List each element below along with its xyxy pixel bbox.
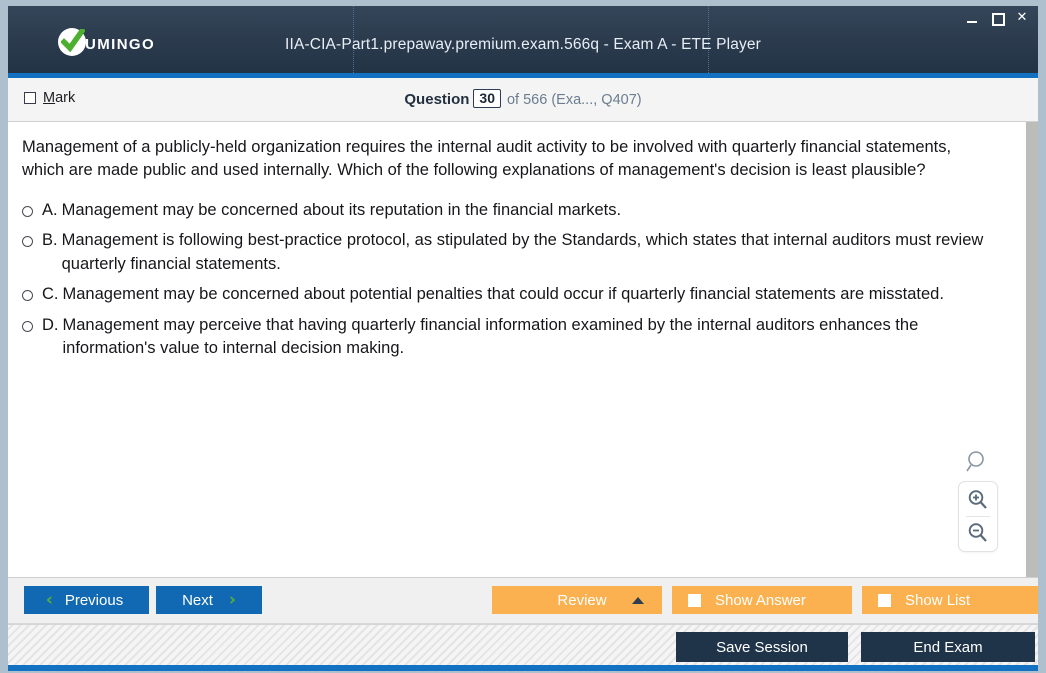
zoom-panel	[958, 481, 998, 552]
review-button-label: Review	[557, 591, 607, 609]
next-button[interactable]: Next ›	[156, 586, 262, 614]
question-number-input[interactable]: 30	[473, 89, 501, 108]
checkbox-icon	[688, 593, 701, 607]
next-button-label: Next	[182, 591, 213, 609]
question-text: Management of a publicly-held organizati…	[22, 138, 952, 180]
zoom-out-button[interactable]	[963, 520, 993, 546]
previous-button-label: Previous	[64, 591, 124, 609]
minimize-button[interactable]	[964, 10, 980, 26]
option-letter: D.	[42, 315, 59, 334]
window-inner: UMINGO IIA-CIA-Part1.prepaway.premium.ex…	[8, 6, 1038, 666]
question-word: Question	[404, 91, 470, 108]
review-button[interactable]: Review	[492, 586, 662, 614]
answer-options-list: A. Management may be concerned about its…	[22, 199, 1012, 361]
window-title: IIA-CIA-Part1.prepaway.premium.exam.566q…	[285, 36, 761, 53]
checkbox-icon	[878, 593, 891, 607]
radio-icon[interactable]	[22, 236, 33, 248]
title-bar: UMINGO IIA-CIA-Part1.prepaway.premium.ex…	[8, 6, 1038, 78]
chevron-up-icon	[632, 597, 644, 604]
question-header: Mark Question 30 of 566 (Exa..., Q407)	[8, 78, 1038, 122]
maximize-button[interactable]	[989, 10, 1005, 26]
show-list-label: Show List	[905, 591, 971, 609]
content-scrollbar[interactable]	[1026, 122, 1038, 577]
radio-icon[interactable]	[22, 205, 33, 217]
option-text: Management may perceive that having quar…	[62, 315, 919, 357]
status-bar: Save Session End Exam	[8, 624, 1038, 666]
option-text: Management is following best-practice pr…	[61, 231, 984, 273]
option-row[interactable]: C. Management may be concerned about pot…	[22, 283, 1012, 306]
show-answer-button[interactable]: Show Answer	[672, 586, 852, 614]
bottom-accent-bar	[8, 665, 1038, 671]
option-text: Management may be concerned about its re…	[61, 200, 622, 219]
save-session-button[interactable]: Save Session	[676, 632, 848, 662]
option-row[interactable]: B. Management is following best-practice…	[22, 229, 1012, 276]
magnifier-icon[interactable]	[965, 449, 991, 475]
end-exam-button[interactable]: End Exam	[861, 632, 1035, 662]
show-answer-label: Show Answer	[715, 591, 806, 609]
option-text: Management may be concerned about potent…	[62, 285, 944, 304]
previous-button[interactable]: ‹ Previous	[24, 586, 149, 614]
radio-icon[interactable]	[22, 290, 33, 302]
content-inner: Management of a publicly-held organizati…	[8, 122, 1026, 577]
save-session-label: Save Session	[716, 638, 808, 656]
option-letter: C.	[42, 285, 59, 304]
zoom-in-button[interactable]	[963, 487, 993, 513]
zoom-tools	[958, 449, 998, 552]
minimize-icon	[967, 21, 977, 23]
question-total-label: of 566 (Exa..., Q407)	[506, 92, 642, 108]
close-button[interactable]: ✕	[1014, 10, 1030, 26]
zoom-divider	[966, 516, 990, 517]
radio-icon[interactable]	[22, 320, 33, 332]
option-row[interactable]: A. Management may be concerned about its…	[22, 199, 1012, 222]
question-counter: Question 30 of 566 (Exa..., Q407)	[8, 89, 1038, 108]
chevron-right-icon: ›	[228, 589, 236, 610]
ete-player-window: UMINGO IIA-CIA-Part1.prepaway.premium.ex…	[0, 0, 1046, 673]
question-content-area: Management of a publicly-held organizati…	[8, 122, 1038, 578]
option-row[interactable]: D. Management may perceive that having q…	[22, 314, 1012, 361]
option-letter: B.	[42, 231, 58, 250]
show-list-button[interactable]: Show List	[862, 586, 1038, 614]
chevron-left-icon: ‹	[45, 589, 53, 610]
end-exam-label: End Exam	[913, 638, 983, 656]
navigation-button-bar: ‹ Previous Next › Review Show Answer Sho…	[8, 578, 1038, 624]
option-letter: A.	[42, 200, 58, 219]
maximize-icon	[992, 13, 1005, 26]
window-controls: ✕	[964, 10, 1030, 26]
close-icon: ✕	[1016, 10, 1028, 25]
